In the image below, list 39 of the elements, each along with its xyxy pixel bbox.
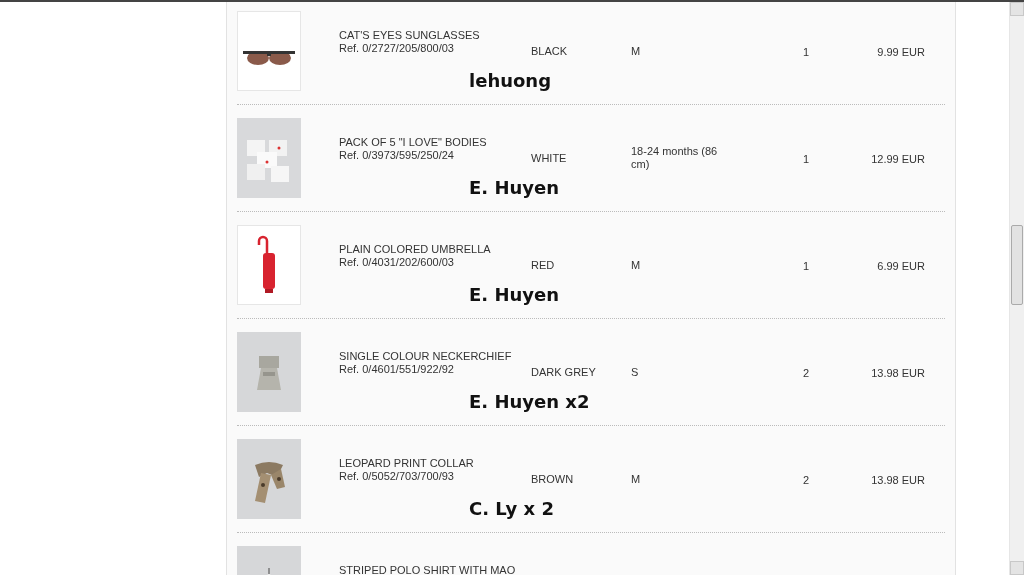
product-size: M	[631, 258, 642, 272]
product-colour: BLACK	[531, 44, 569, 58]
product-name: SINGLE COLOUR NECKERCHIEF	[339, 350, 513, 362]
product-colour: WHITE	[531, 151, 568, 165]
product-ref: Ref. 0/2727/205/800/03	[339, 42, 455, 54]
product-name: LEOPARD PRINT COLLAR	[339, 457, 475, 469]
handwritten-note: lehuong	[469, 70, 552, 91]
product-quantity: 2	[802, 474, 810, 487]
product-size: M	[631, 472, 642, 486]
product-colour: RED	[531, 258, 556, 272]
product-colour: DARK GREY	[531, 365, 597, 379]
product-price: 6.99 EUR	[877, 260, 925, 273]
product-ref: Ref. 0/3973/595/250/24	[339, 149, 455, 161]
handwritten-note: E. Huyen x2	[469, 391, 590, 412]
product-name: STRIPED POLO SHIRT WITH MAO	[339, 564, 517, 575]
handwritten-note: E. Huyen	[469, 177, 560, 198]
product-price: 12.99 EUR	[871, 153, 925, 166]
product-size: S	[631, 365, 640, 379]
product-name: PACK OF 5 "I LOVE" BODIES	[339, 136, 488, 148]
product-name: PLAIN COLORED UMBRELLA	[339, 243, 492, 255]
scrollbar-thumb[interactable]	[1011, 225, 1023, 305]
product-ref: Ref. 0/5052/703/700/93	[339, 470, 455, 482]
product-price: 9.99 EUR	[877, 46, 925, 59]
product-name: CAT'S EYES SUNGLASSES	[339, 29, 481, 41]
product-price: 13.98 EUR	[871, 474, 925, 487]
product-price: 13.98 EUR	[871, 367, 925, 380]
product-size: 18-24 months (86 cm)	[631, 145, 719, 171]
scroll-down-icon[interactable]	[1010, 561, 1024, 575]
product-ref: Ref. 0/4601/551/922/92	[339, 363, 455, 375]
product-colour: BROWN	[531, 472, 575, 486]
handwritten-note: E. Huyen	[469, 284, 560, 305]
product-quantity: 2	[802, 367, 810, 380]
product-quantity: 1	[802, 153, 810, 166]
product-ref: Ref. 0/4031/202/600/03	[339, 256, 455, 268]
handwritten-note: C. Ly x 2	[469, 498, 554, 519]
product-quantity: 1	[802, 260, 810, 273]
scroll-up-icon[interactable]	[1010, 2, 1024, 16]
product-size: M	[631, 44, 642, 58]
product-quantity: 1	[802, 46, 810, 59]
